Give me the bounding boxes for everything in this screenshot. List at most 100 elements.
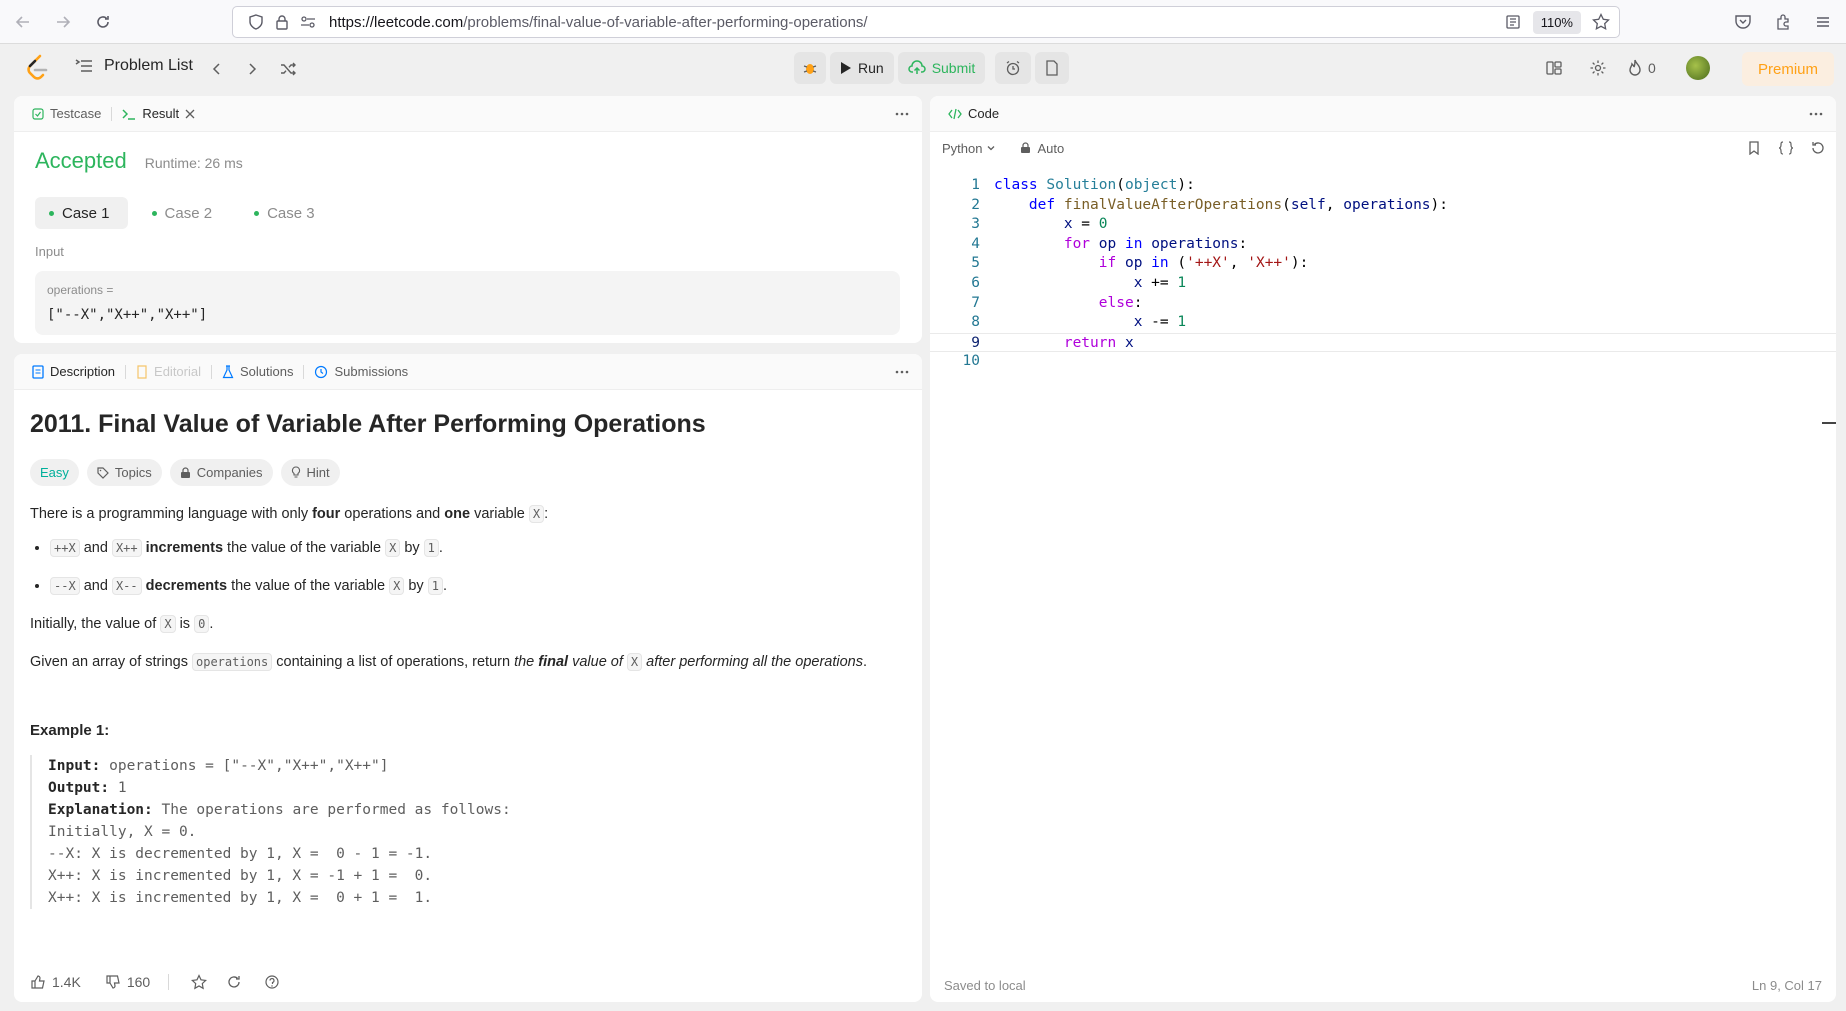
inline-code: ++X [50,539,80,557]
problem-list-button[interactable]: Problem List [74,56,193,76]
line-number: 3 [971,216,980,233]
permissions-icon[interactable] [295,9,321,35]
shield-icon[interactable] [243,9,269,35]
zoom-level[interactable]: 110% [1532,10,1581,34]
thumbs-up-icon [30,974,46,990]
layout-icon[interactable] [1542,56,1566,80]
tab-description[interactable]: Description [26,360,121,384]
dislike-button[interactable]: 160 [105,974,150,990]
inline-code: 0 [194,615,210,633]
shuffle-icon[interactable] [276,57,300,81]
text-span: containing a list of operations, return [272,654,515,670]
tab-editorial[interactable]: Editorial [130,360,207,384]
line-number: 4 [971,235,980,252]
premium-button[interactable]: Premium [1742,52,1834,86]
tab-testcase-label: Testcase [50,106,102,121]
language-label: Python [942,140,983,156]
editor-toolbar: Python Auto [930,132,1836,164]
tab-solutions[interactable]: Solutions [216,360,299,384]
text-span: the value of the variable [223,540,386,556]
favorite-star-icon[interactable] [187,974,211,990]
timer-button[interactable] [995,52,1032,84]
list-item: --X and X-- decrements the value of the … [50,574,890,598]
result-panel: Testcase Result Accepted Runtime: 26 ms … [14,96,922,343]
back-icon[interactable] [6,5,40,39]
text-span: Initially, the value of [30,616,161,632]
code-editor[interactable]: 1 class Solution(object): 2 def finalValu… [930,176,1836,936]
bookmark-icon[interactable] [1744,138,1764,158]
reader-view-icon[interactable] [1501,10,1525,34]
case-2-tab[interactable]: Case 2 [138,197,231,229]
case-tabs: Case 1 Case 2 Case 3 [35,197,333,229]
reload-icon[interactable] [86,5,120,39]
case-3-tab[interactable]: Case 3 [240,197,333,229]
scrollbar-marker[interactable] [1822,422,1836,424]
line-number: 7 [971,294,980,311]
tab-code[interactable]: Code [942,102,1005,126]
more-options-icon[interactable] [892,362,912,382]
tab-testcase[interactable]: Testcase [26,102,107,126]
run-tools: Run Submit [794,52,1070,84]
language-select[interactable]: Python [942,141,996,156]
inline-code: X-- [111,577,142,595]
notes-button[interactable] [1035,52,1070,84]
companies-chip[interactable]: Companies [169,459,273,486]
reset-icon[interactable] [1808,138,1828,158]
topics-chip[interactable]: Topics [86,459,162,486]
book-icon [136,364,148,379]
line-number: 5 [971,255,980,272]
share-icon[interactable] [219,974,249,990]
inline-code: --X [50,577,80,595]
debug-button[interactable] [794,52,826,84]
bookmark-star-icon[interactable] [1589,10,1613,34]
format-braces-icon[interactable] [1776,138,1796,158]
operations-list: ++X and X++ increments the value of the … [50,536,890,598]
forward-icon[interactable] [46,5,80,39]
case-1-tab[interactable]: Case 1 [35,197,128,229]
tab-submissions[interactable]: Submissions [308,360,414,384]
problem-title[interactable]: 2011. Final Value of Variable After Perf… [30,410,890,439]
code-text: class Solution(object): [994,177,1195,193]
like-button[interactable]: 1.4K [30,974,81,990]
lock-icon[interactable] [269,9,295,35]
footer-divider [168,974,170,990]
submit-button[interactable]: Submit [897,52,986,84]
url-bar[interactable]: https://leetcode.com/problems/final-valu… [232,6,1620,38]
text-span: Given an array of strings [30,654,192,670]
example-block: Input: operations = ["--X","X++","X++"] O… [30,755,890,909]
code-line: 3 x = 0 [930,215,1836,235]
run-button[interactable]: Run [830,52,894,84]
help-icon[interactable] [257,974,287,990]
alarm-clock-icon [1005,60,1021,76]
leetcode-logo-icon[interactable] [24,54,50,82]
pocket-icon[interactable] [1726,5,1760,39]
code-text: return x [1063,334,1134,351]
chevron-down-icon [986,143,996,153]
streak-counter[interactable]: 0 [1626,58,1656,78]
input-value: ["--X","X++","X++"] [47,307,208,323]
auto-mode-toggle[interactable]: Auto [1020,141,1064,156]
example-text: Initially, X = 0. [48,824,197,840]
example-output-line: Output: 1 [48,777,890,799]
prev-problem-icon[interactable] [205,57,229,81]
example-text: operations = ["--X","X++","X++"] [100,758,389,774]
more-options-icon[interactable] [892,104,912,124]
initial-value-paragraph: Initially, the value of X is 0. [30,612,890,636]
close-icon[interactable] [185,109,195,119]
settings-gear-icon[interactable] [1586,56,1610,80]
menu-icon[interactable] [1806,5,1840,39]
play-icon [840,61,852,75]
hint-chip[interactable]: Hint [280,459,340,486]
inline-code: X [385,539,401,557]
code-line: 2 def finalValueAfterOperations(self, op… [930,196,1836,216]
tab-result[interactable]: Result [116,102,201,126]
like-count: 1.4K [52,974,81,990]
tab-divider [111,106,113,121]
more-options-icon[interactable] [1806,104,1826,124]
description-footer: 1.4K 160 [14,962,922,1002]
run-label: Run [858,60,884,76]
next-problem-icon[interactable] [240,57,264,81]
extensions-icon[interactable] [1766,5,1800,39]
avatar[interactable] [1686,56,1710,80]
example-label: Output: [48,780,110,796]
